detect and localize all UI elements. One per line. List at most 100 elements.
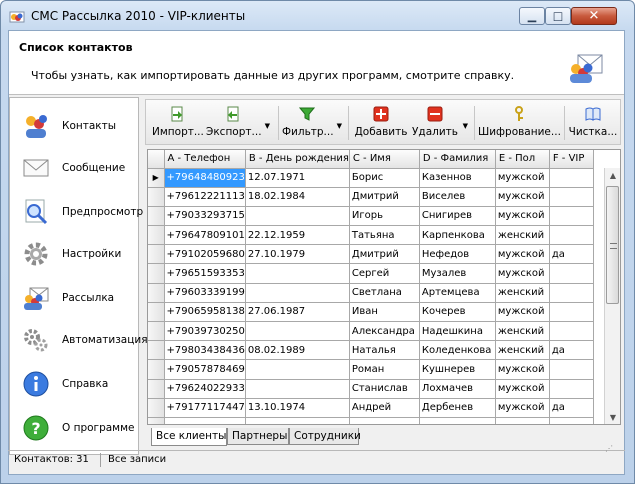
row-header[interactable] [148,283,165,303]
table-row[interactable]: +79102059680 27.10.1979 Дмитрий Нефедов мужс… [148,244,594,265]
sidebar-item-settings[interactable]: Настройки [10,234,138,274]
maximize-button[interactable]: □ [545,7,571,25]
row-header[interactable] [148,206,165,227]
table-cell[interactable]: да [549,340,594,361]
table-cell[interactable]: +79648480923 [164,168,246,188]
table-cell[interactable]: Музалев [419,263,496,284]
table-cell[interactable]: +79177117447 [164,398,246,418]
table-cell[interactable] [349,417,420,424]
minimize-button[interactable]: ▁ [519,7,545,25]
row-header[interactable] [148,417,165,424]
filter-dropdown-icon[interactable]: ▼ [337,122,342,130]
table-cell[interactable] [549,359,594,380]
table-cell[interactable]: женский [495,321,550,342]
table-cell[interactable]: Дмитрий [349,187,420,207]
table-cell[interactable]: 12.07.1971 [245,168,350,188]
table-cell[interactable]: +79624022933 [164,379,246,399]
table-cell[interactable] [245,359,350,380]
sidebar-item-message[interactable]: Сообщение [10,148,138,188]
table-row[interactable]: ▶ +79648480923 12.07.1971 Борис Казеннов мужс… [148,168,594,188]
row-header[interactable] [148,359,165,380]
scroll-thumb[interactable] [606,186,619,304]
table-cell[interactable]: Татьяна [349,225,420,246]
table-row[interactable]: +79177117447 13.10.1974 Андрей Дербенев мужс… [148,398,594,418]
table-cell[interactable] [245,283,350,303]
table-cell[interactable]: +79612221113 [164,187,246,207]
filter-button[interactable]: Фильтр... ▼ [282,102,342,142]
table-cell[interactable] [549,168,594,188]
sidebar-item-automation[interactable]: Автоматизация [10,320,148,360]
import-button[interactable]: Импорт... [152,102,204,142]
table-cell[interactable]: Светлана [349,283,420,303]
table-row[interactable] [148,417,594,424]
table-cell[interactable]: +79033293715 [164,206,246,227]
table-cell[interactable]: мужской [495,302,550,323]
export-button[interactable]: Экспорт... ▼ [206,102,270,142]
table-cell[interactable] [245,417,350,424]
clean-button[interactable]: Чистка... [568,102,618,142]
table-cell[interactable]: Дербенев [419,398,496,418]
table-cell[interactable]: мужской [495,263,550,284]
sidebar-item-preview[interactable]: Предпросмотр [10,192,143,232]
table-cell[interactable] [419,417,496,424]
column-header[interactable]: E - Пол [495,150,550,169]
table-cell[interactable]: Нефедов [419,244,496,265]
table-cell[interactable] [549,302,594,323]
table-cell[interactable]: Иван [349,302,420,323]
row-header[interactable] [148,340,165,361]
table-cell[interactable]: Наталья [349,340,420,361]
sidebar-item-mailing[interactable]: Рассылка [10,278,138,318]
table-row[interactable]: +79065958138 27.06.1987 Иван Кочерев мужской [148,302,594,323]
table-cell[interactable]: 13.10.1974 [245,398,350,418]
table-cell[interactable]: Снигирев [419,206,496,227]
table-row[interactable]: +79039730250 Александра Надешкина женский [148,321,594,342]
table-cell[interactable]: Карпенкова [419,225,496,246]
table-cell[interactable]: Андрей [349,398,420,418]
delete-dropdown-icon[interactable]: ▼ [463,122,468,130]
table-row[interactable]: +79603339199 Светлана Артемцева женский [148,283,594,303]
row-header[interactable] [148,379,165,399]
table-cell[interactable]: Александра [349,321,420,342]
table-cell[interactable]: да [549,398,594,418]
column-header[interactable]: B - День рождения [245,150,350,169]
table-row[interactable]: +79651593353 Сергей Музалев мужской [148,263,594,284]
table-cell[interactable]: Сергей [349,263,420,284]
table-cell[interactable]: Игорь [349,206,420,227]
table-row[interactable]: +79057878469 Роман Кушнерев мужской [148,359,594,380]
table-row[interactable]: +79624022933 Станислав Лохмачев мужской [148,379,594,399]
table-row[interactable]: +79647809101 22.12.1959 Татьяна Карпенкова ж… [148,225,594,246]
row-header[interactable] [148,187,165,207]
table-cell[interactable] [549,321,594,342]
table-cell[interactable]: женский [495,340,550,361]
table-cell[interactable]: Казеннов [419,168,496,188]
table-cell[interactable] [245,263,350,284]
contacts-grid[interactable]: A - Телефон B - День рождения C - Имя D … [147,149,621,425]
table-cell[interactable]: 27.10.1979 [245,244,350,265]
encrypt-button[interactable]: Шифрование... [478,102,561,142]
table-cell[interactable] [245,206,350,227]
sidebar-item-contacts[interactable]: Контакты [10,106,138,146]
table-cell[interactable]: мужской [495,168,550,188]
table-row[interactable]: +79033293715 Игорь Снигирев мужской [148,206,594,227]
row-header[interactable]: ▶ [148,168,165,188]
close-button[interactable]: ✕ [571,7,617,25]
table-cell[interactable]: женский [495,225,550,246]
table-row[interactable]: +79612221113 18.02.1984 Дмитрий Виселев мужс… [148,187,594,207]
table-cell[interactable] [549,379,594,399]
table-cell[interactable] [549,206,594,227]
table-cell[interactable] [549,417,594,424]
row-header[interactable] [148,321,165,342]
tab-partners[interactable]: Партнеры [227,428,289,445]
table-cell[interactable]: мужской [495,359,550,380]
table-cell[interactable]: +79065958138 [164,302,246,323]
table-cell[interactable]: мужской [495,187,550,207]
title-bar[interactable]: СМС Рассылка 2010 - VIP-клиенты ▁ □ ✕ [1,1,634,31]
tab-all-clients[interactable]: Все клиенты [151,428,227,446]
table-cell[interactable]: +79647809101 [164,225,246,246]
table-cell[interactable]: 22.12.1959 [245,225,350,246]
table-cell[interactable]: Роман [349,359,420,380]
resize-grip-icon[interactable]: ⋰ [605,444,617,456]
table-cell[interactable]: +79057878469 [164,359,246,380]
table-cell[interactable]: Надешкина [419,321,496,342]
export-dropdown-icon[interactable]: ▼ [265,122,270,130]
